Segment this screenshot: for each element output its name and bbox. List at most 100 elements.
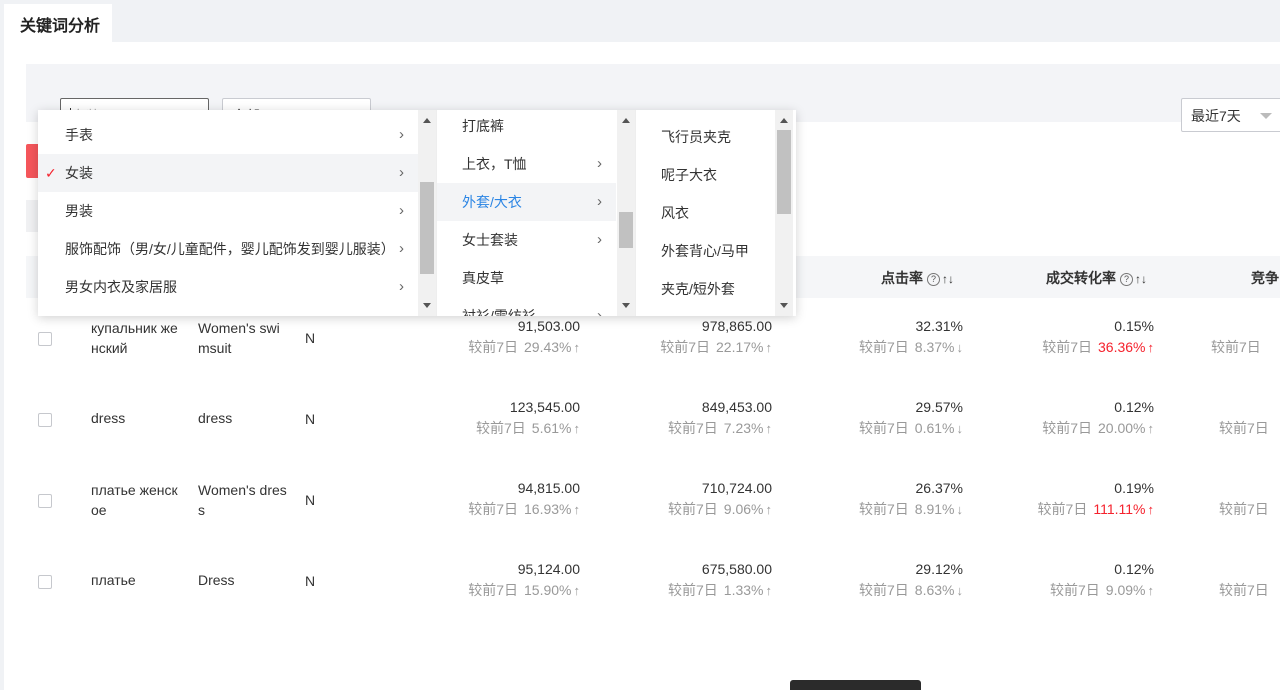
metric-cell: 710,724.00 较前7日 9.06% ↑ [668,478,772,520]
cascader-option[interactable]: 服饰配饰（男/女/儿童配件，婴儿配饰发到婴儿服装） › [38,230,418,268]
cascader-option[interactable]: 飞行员夹克 [636,118,775,156]
tab-bar: 关键词分析 [0,0,1280,42]
cascader-option[interactable]: 外套背心/马甲 [636,232,775,270]
metric-value: 675,580.00 [701,561,772,577]
row-checkbox[interactable] [38,413,52,427]
option-label: 男装 [65,203,93,219]
compare-pct: 8.37% [914,339,955,355]
compare-label: 较前7日 [1042,420,1093,436]
metric-cell: 较前7日 [1219,499,1269,520]
cascader-option[interactable]: 真皮草 [437,259,616,297]
english-cell: Women's swimsuit [198,320,280,356]
option-label: 风衣 [661,205,689,221]
header-ctr[interactable]: 点击率? ↑↓ [881,268,954,288]
compare-pct: 36.36% [1098,339,1146,355]
compare-label: 较前7日 [668,582,718,598]
scroll-thumb[interactable] [619,212,633,248]
scroll-up-icon[interactable] [423,118,431,123]
chevron-right-icon: › [597,231,602,248]
compare-pct: 9.06% [723,501,764,517]
metric-cell: 0.12% 较前7日 20.00% ↑ [1042,397,1154,439]
metric-value: 123,545.00 [509,399,580,415]
metric-cell: 29.12% 较前7日 8.63% ↓ [859,559,963,601]
question-icon[interactable]: ? [927,273,940,286]
cascader-option[interactable]: 男女内衣及家居服 › [38,268,418,306]
date-range-value: 最近7天 [1191,108,1241,124]
arrow-up-icon: ↑ [765,583,773,598]
arrow-up-icon: ↑ [765,340,773,355]
scroll-thumb[interactable] [777,130,791,214]
cascader-level2: 打底裤 上衣，T恤 › 外套/大衣 › 女士套装 › 真皮草 衬衫/雪纺衫 › [436,110,616,316]
scroll-up-icon[interactable] [780,118,788,123]
option-label: 服饰配饰（男/女/儿童配件，婴儿配饰发到婴儿服装） [65,241,395,257]
row-checkbox[interactable] [38,494,52,508]
flag-cell: N [305,411,316,427]
category-cascader: 手表 › ✓ 女装 › 男装 › 服饰配饰（男/女/儿童配件，婴儿配饰发到婴儿服装） › … [38,110,796,316]
scrollbar[interactable] [418,110,436,316]
check-icon: ✓ [45,165,57,181]
sort-icon[interactable]: ↑↓ [942,272,954,286]
compare-label: 较前7日 [859,501,909,517]
cascader-option[interactable]: 上衣，T恤 › [437,145,616,183]
chevron-right-icon: › [399,164,404,181]
cascader-option[interactable]: 夹克/短外套 [636,270,775,308]
cascader-option[interactable]: 呢子大衣 [636,156,775,194]
scrollbar[interactable] [617,110,635,316]
scroll-down-icon[interactable] [622,303,630,308]
cascader-option[interactable]: 男装 › [38,192,418,230]
scroll-down-icon[interactable] [780,303,788,308]
compare-pct: 20.00% [1098,420,1146,436]
metric-value: 94,815.00 [517,480,580,496]
metric-cell: 849,453.00 较前7日 7.23% ↑ [668,397,772,439]
floating-toolbar[interactable] [790,680,921,690]
header-conversion[interactable]: 成交转化率? ↑↓ [1046,268,1147,288]
cascader-option[interactable]: 风衣 [636,194,775,232]
arrow-down-icon: ↓ [956,502,964,517]
compare-label: 较前7日 [668,501,718,517]
option-label: 女士套装 [462,232,518,248]
chevron-right-icon: › [597,193,602,210]
header-competition[interactable]: 竞争 [1251,268,1279,288]
scroll-thumb[interactable] [420,182,434,274]
cascader-option[interactable]: 女士套装 › [437,221,616,259]
compare-pct: 111.11% [1093,501,1146,517]
keyword-cell: купальник женский [91,320,178,356]
metric-cell: 32.31% 较前7日 8.37% ↓ [859,316,963,358]
metric-value: 849,453.00 [701,399,772,415]
cascader-option[interactable]: 手表 › [38,116,418,154]
compare-label: 较前7日 [468,582,519,598]
caret-down-icon [1260,113,1272,119]
metric-cell: 较前7日 [1219,418,1269,439]
sort-icon[interactable]: ↑↓ [1135,272,1147,286]
cascader-option[interactable]: 衬衫/雪纺衫 › [437,297,616,316]
metric-value: 32.31% [915,318,963,334]
date-range-select[interactable]: 最近7天 [1181,98,1280,132]
metric-value: 710,724.00 [701,480,772,496]
metric-cell: 94,815.00 较前7日 16.93% ↑ [468,478,580,520]
compare-label: 较前7日 [468,501,519,517]
tab-keyword-analysis[interactable]: 关键词分析 [4,4,112,42]
cascader-option[interactable]: 打底裤 [437,110,616,145]
option-label: 打底裤 [462,118,504,134]
metric-cell: 675,580.00 较前7日 1.33% ↑ [668,559,772,601]
compare-label: 较前7日 [476,420,526,436]
scroll-down-icon[interactable] [423,303,431,308]
question-icon[interactable]: ? [1120,273,1133,286]
flag-cell: N [305,573,316,589]
flag-cell: N [305,492,316,508]
scroll-up-icon[interactable] [622,118,630,123]
metric-value: 95,124.00 [517,561,580,577]
keyword-cell: платье женское [91,482,178,518]
compare-label: 较前7日 [1219,582,1269,598]
cascader-option-selected[interactable]: ✓ 女装 › [38,154,418,192]
scrollbar[interactable] [775,110,793,316]
metric-cell: 978,865.00 较前7日 22.17% ↑ [660,316,772,358]
arrow-up-icon: ↑ [765,502,773,517]
row-checkbox[interactable] [38,575,52,589]
row-checkbox[interactable] [38,332,52,346]
table-row: платье женское Women's dress N 94,815.00… [26,462,1280,543]
header-label: 竞争 [1251,270,1279,286]
arrow-up-icon: ↑ [1147,421,1155,436]
metric-value: 0.19% [1114,480,1154,496]
cascader-option-active[interactable]: 外套/大衣 › [437,183,616,221]
